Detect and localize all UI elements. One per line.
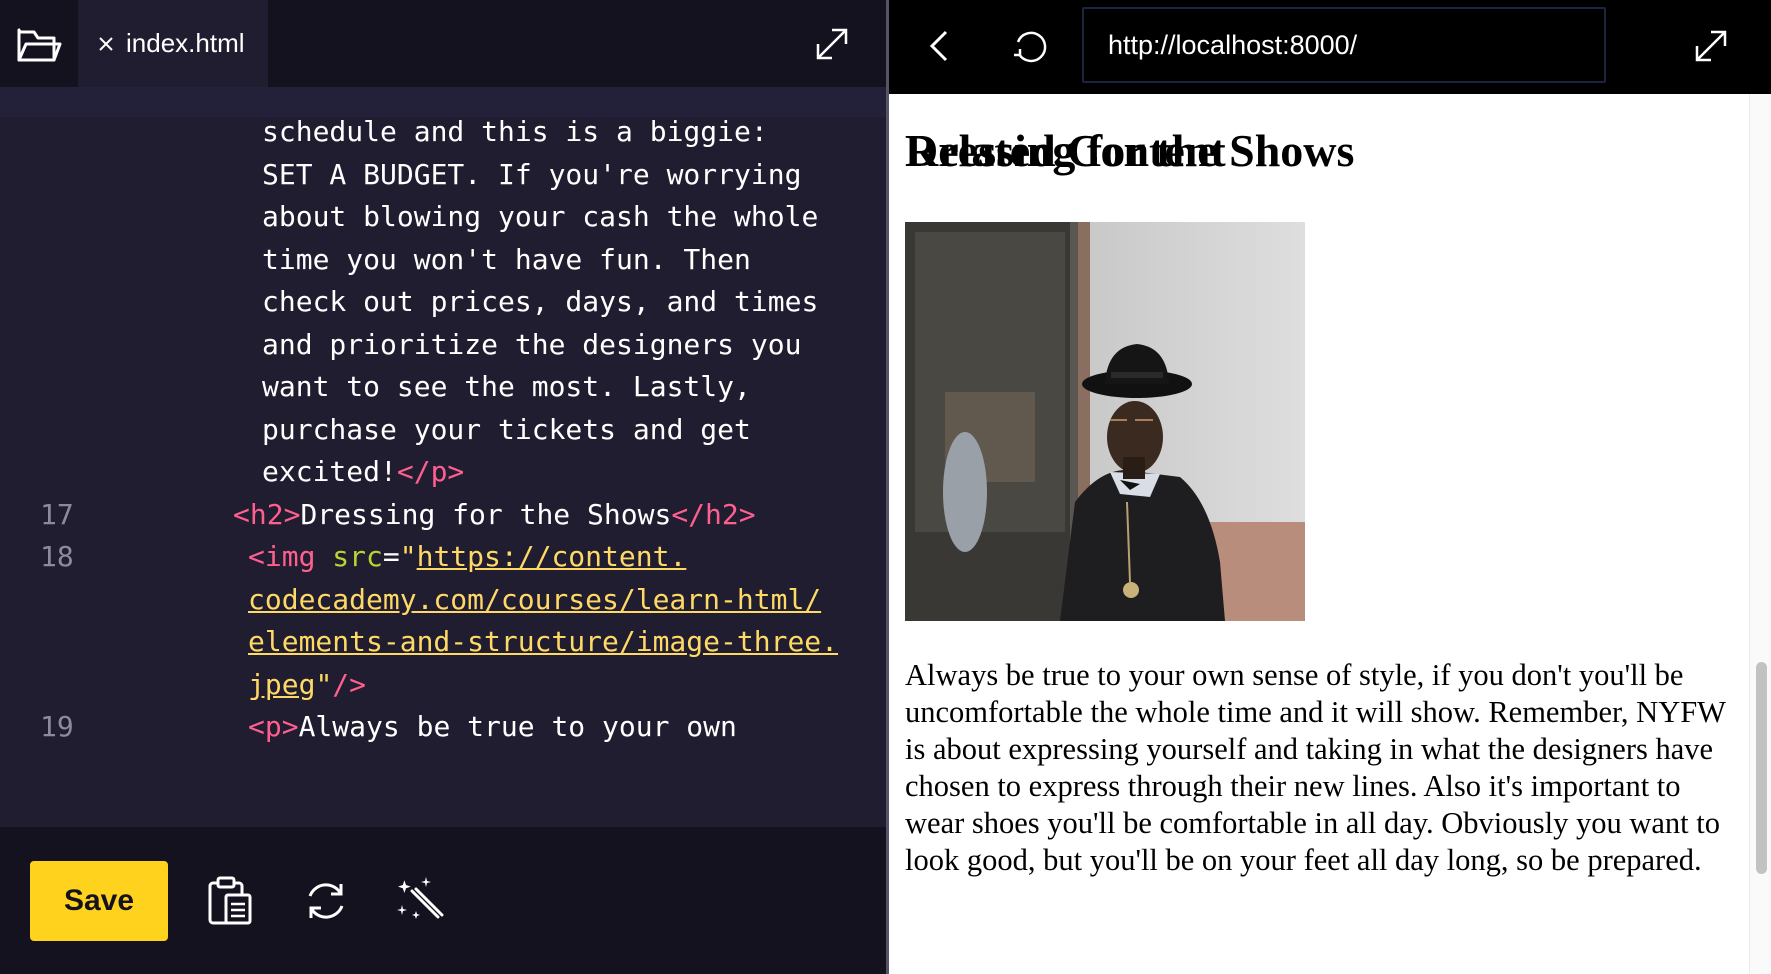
code-token-url: https://content.	[416, 540, 687, 573]
save-button[interactable]: Save	[30, 861, 168, 941]
code-token-text: and prioritize the designers you	[262, 327, 802, 361]
chevron-left-icon[interactable]	[919, 24, 963, 68]
code-token-str: "	[399, 540, 417, 573]
code-token-text: want to see the most. Lastly,	[262, 370, 751, 403]
page-paragraph: Always be true to your own sense of styl…	[905, 658, 1726, 877]
code-line[interactable]: excited!</p>	[0, 448, 886, 496]
line-number: 17	[40, 497, 74, 531]
code-token-str: "	[315, 667, 333, 701]
browser-preview-pane: Dressing for the Shows	[889, 0, 1771, 974]
scrollbar-thumb[interactable]	[1756, 662, 1767, 874]
refresh-icon	[308, 883, 344, 919]
copy-button[interactable]	[202, 871, 258, 931]
clipboard-icon	[208, 876, 252, 925]
code-token-attr: src	[332, 540, 383, 573]
code-text: <img src="https://content.	[248, 533, 686, 581]
code-line[interactable]: codecademy.com/courses/learn-html/	[0, 576, 886, 624]
line-number: 19	[40, 710, 74, 743]
code-line[interactable]: and prioritize the designers you	[0, 321, 886, 369]
reset-button[interactable]	[298, 871, 354, 931]
code-text: elements-and-structure/image-three.	[248, 618, 838, 666]
rendered-page[interactable]: Dressing for the Shows Always be true to…	[889, 94, 1749, 974]
url-input[interactable]	[1082, 7, 1606, 83]
code-token-text: excited!	[262, 455, 397, 488]
code-text: <h2>Dressing for the Shows</h2>	[233, 491, 756, 539]
code-token-text: Always be true to your own	[298, 710, 737, 743]
page-scrollbar[interactable]	[1749, 94, 1771, 974]
code-token-text: about blowing your cash the whole	[262, 200, 819, 233]
code-text: time you won't have fun. Then	[262, 236, 751, 284]
code-token-tag: <h2>	[233, 497, 301, 531]
code-text: excited!</p>	[262, 448, 464, 496]
line-number: 18	[40, 540, 74, 573]
editor-scroll-shadow	[0, 87, 886, 117]
code-token-url: jpeg	[248, 667, 316, 701]
editor-topbar: index.html	[0, 0, 886, 87]
file-browser-button[interactable]	[0, 0, 78, 87]
code-line[interactable]: time you won't have fun. Then	[0, 236, 886, 284]
code-text: <p>Always be true to your own	[248, 703, 737, 751]
code-token-tag: </p>	[396, 455, 465, 488]
code-token-tag: </h2>	[671, 497, 756, 531]
code-line[interactable]: 18 <img src="https://content.	[0, 533, 886, 581]
code-text: codecademy.com/courses/learn-html/	[248, 576, 821, 624]
code-line[interactable]: about blowing your cash the whole	[0, 193, 886, 241]
code-line[interactable]: want to see the most. Lastly,	[0, 363, 886, 411]
folder-open-icon	[17, 28, 62, 61]
code-line[interactable]: purchase your tickets and get	[0, 406, 886, 454]
code-line[interactable]: 19 <p>Always be true to your own	[0, 703, 886, 751]
fashion-photo	[905, 222, 1305, 621]
code-text: about blowing your cash the whole	[262, 193, 818, 241]
page-next-heading: Related Content	[905, 125, 1226, 176]
code-text: purchase your tickets and get	[262, 406, 751, 454]
code-token-text: =	[382, 540, 400, 573]
code-editor-pane: index.html schedule and this is a biggie…	[0, 0, 886, 974]
code-text: check out prices, days, and times	[262, 278, 818, 326]
code-token-text: purchase your tickets and get	[262, 412, 751, 446]
expand-icon[interactable]	[1689, 24, 1733, 68]
code-token-url: codecademy.com/courses/learn-html/	[248, 582, 822, 616]
file-tab-index-html[interactable]: index.html	[78, 0, 268, 87]
file-tab-label: index.html	[126, 28, 245, 58]
code-text: SET A BUDGET. If you're worrying	[262, 151, 801, 199]
magic-wand-icon	[397, 877, 444, 919]
code-token-text: Dressing for the Shows	[300, 497, 672, 531]
code-token-url: elements-and-structure/image-three.	[248, 625, 839, 658]
format-button[interactable]	[394, 871, 450, 931]
code-text: want to see the most. Lastly,	[262, 363, 751, 411]
code-line[interactable]: jpeg"/>	[0, 661, 886, 709]
code-token-tag: <img	[248, 540, 333, 573]
expand-icon[interactable]	[810, 22, 854, 66]
code-text: jpeg"/>	[248, 661, 366, 709]
code-line[interactable]: SET A BUDGET. If you're worrying	[0, 151, 886, 199]
close-icon[interactable]	[98, 36, 114, 52]
code-text: and prioritize the designers you	[262, 321, 801, 369]
code-token-tag: />	[332, 667, 367, 701]
browser-toolbar	[889, 0, 1771, 94]
code-line[interactable]: 17 <h2>Dressing for the Shows</h2>	[0, 491, 886, 539]
code-area[interactable]: schedule and this is a biggie: SET A BUDG…	[0, 117, 886, 827]
code-token-tag: <p>	[248, 710, 299, 743]
code-token-text: SET A BUDGET. If you're worrying	[262, 157, 802, 191]
code-token-text: schedule and this is a biggie:	[262, 117, 768, 148]
code-token-text: check out prices, days, and times	[262, 285, 819, 318]
editor-toolbar: Save	[0, 827, 886, 974]
code-line[interactable]: elements-and-structure/image-three.	[0, 618, 886, 666]
code-token-text: time you won't have fun. Then	[262, 242, 751, 276]
reload-icon[interactable]	[1009, 24, 1053, 68]
code-line[interactable]: check out prices, days, and times	[0, 278, 886, 326]
